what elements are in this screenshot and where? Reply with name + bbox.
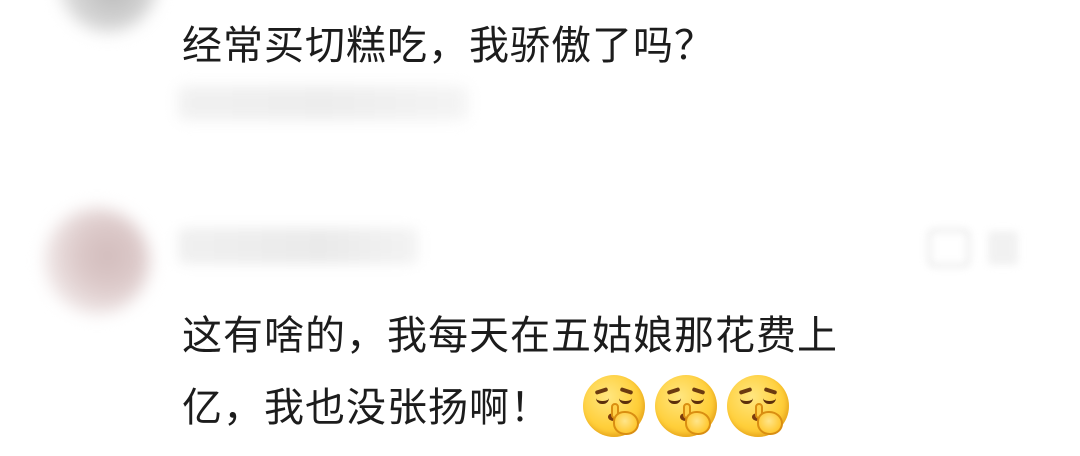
emoji-group — [582, 375, 789, 437]
comment-text-line: 亿，我也没张扬啊！ — [182, 385, 551, 431]
like-button[interactable] — [928, 226, 1038, 270]
avatar[interactable] — [44, 208, 150, 314]
comment-meta-blurred — [178, 86, 468, 120]
shushing-face-emoji-icon — [654, 375, 717, 437]
comment-body: 这有啥的，我每天在五姑娘那花费上 亿，我也没张扬啊！ — [182, 300, 982, 444]
comment-text: 经常买切糕吃，我骄傲了吗？ — [182, 23, 715, 69]
shushing-face-emoji-icon — [582, 375, 645, 437]
like-count-blurred — [988, 231, 1018, 265]
thumbs-up-icon — [928, 229, 970, 267]
comment-text-line-with-emojis: 亿，我也没张扬啊！ — [182, 372, 982, 444]
shushing-face-emoji-icon — [726, 375, 789, 437]
username-blurred[interactable] — [178, 228, 418, 264]
avatar[interactable] — [58, 0, 158, 32]
comment-text-line: 这有啥的，我每天在五姑娘那花费上 — [182, 313, 838, 359]
